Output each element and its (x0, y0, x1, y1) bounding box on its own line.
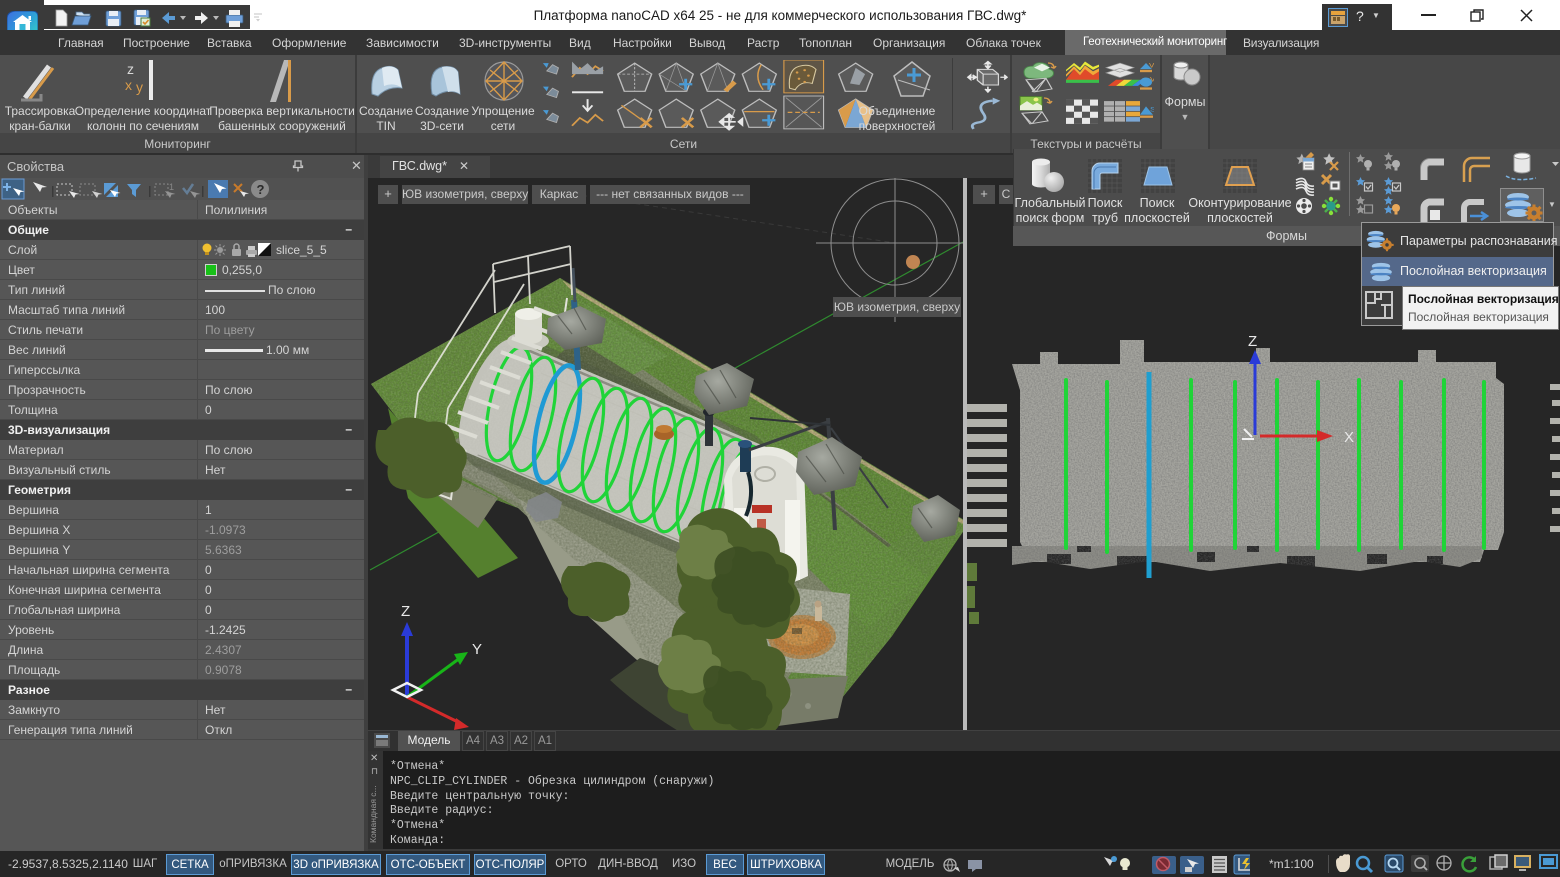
svg-text:V: V (1149, 62, 1154, 69)
svg-text:z: z (127, 61, 134, 77)
svg-text:y: y (136, 79, 143, 95)
svg-text:Z: Z (1248, 333, 1257, 350)
svg-text:Y: Y (472, 641, 482, 658)
svg-text:?: ? (257, 182, 265, 197)
svg-text:V: V (1150, 76, 1154, 83)
svg-text:S: S (1150, 106, 1154, 114)
svg-text:X: X (1344, 429, 1354, 446)
svg-text:x: x (125, 77, 132, 93)
svg-text:1: 1 (169, 182, 174, 192)
svg-text:Z: Z (401, 603, 410, 620)
